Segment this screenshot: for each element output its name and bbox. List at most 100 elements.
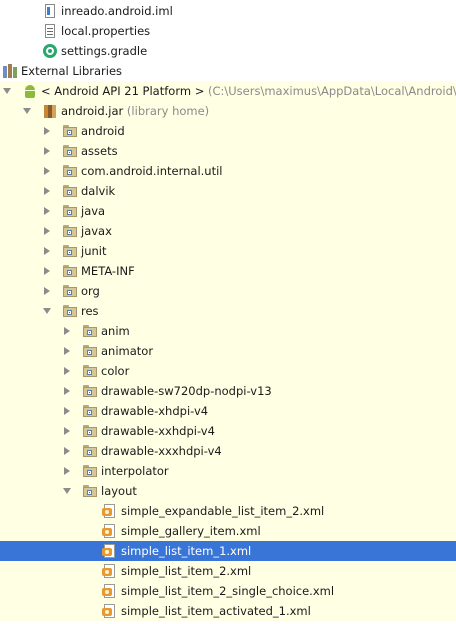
tree-node-name: drawable-xxxhdpi-v4 xyxy=(101,444,222,458)
tree-node-simple-list-item-1-xml[interactable]: simple_list_item_1.xml xyxy=(0,541,456,561)
android-platform-icon xyxy=(22,83,38,99)
tree-node-android[interactable]: android xyxy=(0,121,456,141)
package-folder-icon xyxy=(82,363,98,379)
collapsed-arrow-icon[interactable] xyxy=(64,427,70,435)
tree-node-label: simple_list_item_activated_1.xml xyxy=(121,601,311,621)
xml-file-icon xyxy=(102,583,118,599)
expanded-arrow-icon[interactable] xyxy=(43,308,51,314)
tree-node-simple-list-item-2-single-choice-xml[interactable]: simple_list_item_2_single_choice.xml xyxy=(0,581,456,601)
tree-node-javax[interactable]: javax xyxy=(0,221,456,241)
tree-node-label: drawable-sw720dp-nodpi-v13 xyxy=(101,381,272,401)
tree-node-drawable-xxhdpi-v4[interactable]: drawable-xxhdpi-v4 xyxy=(0,421,456,441)
tree-node-android-api-21-platform[interactable]: < Android API 21 Platform > (C:\Users\ma… xyxy=(0,81,456,101)
collapsed-arrow-icon[interactable] xyxy=(44,147,50,155)
tree-node-label: simple_gallery_item.xml xyxy=(121,521,261,541)
collapsed-arrow-icon[interactable] xyxy=(44,267,50,275)
tree-node-layout[interactable]: layout xyxy=(0,481,456,501)
tree-node-inreado-android-iml[interactable]: inreado.android.iml xyxy=(0,1,456,21)
package-folder-icon xyxy=(62,123,78,139)
tree-node-name: simple_list_item_2.xml xyxy=(121,564,252,578)
package-folder-icon xyxy=(82,383,98,399)
package-folder-icon xyxy=(62,163,78,179)
tree-node-name: local.properties xyxy=(61,24,151,38)
collapsed-arrow-icon[interactable] xyxy=(64,467,70,475)
tree-node-org[interactable]: org xyxy=(0,281,456,301)
tree-node-name: org xyxy=(81,284,100,298)
tree-node-label: animator xyxy=(101,341,153,361)
collapsed-arrow-icon[interactable] xyxy=(64,347,70,355)
tree-node-junit[interactable]: junit xyxy=(0,241,456,261)
tree-node-simple-list-item-activated-1-xml[interactable]: simple_list_item_activated_1.xml xyxy=(0,601,456,621)
collapsed-arrow-icon[interactable] xyxy=(64,387,70,395)
tree-node-name: simple_list_item_1.xml xyxy=(121,544,252,558)
collapsed-arrow-icon[interactable] xyxy=(44,167,50,175)
tree-node-name: dalvik xyxy=(81,184,116,198)
tree-node-label: java xyxy=(81,201,105,221)
tree-node-name: simple_list_item_activated_1.xml xyxy=(121,604,311,618)
tree-node-meta-inf[interactable]: META-INF xyxy=(0,261,456,281)
tree-node-anim[interactable]: anim xyxy=(0,321,456,341)
package-folder-icon xyxy=(62,243,78,259)
collapsed-arrow-icon[interactable] xyxy=(44,247,50,255)
package-folder-icon xyxy=(62,183,78,199)
collapsed-arrow-icon[interactable] xyxy=(64,327,70,335)
gradle-file-icon xyxy=(42,43,58,59)
tree-node-simple-gallery-item-xml[interactable]: simple_gallery_item.xml xyxy=(0,521,456,541)
project-tree[interactable]: inreado.android.iml local.properties setti… xyxy=(0,0,456,624)
expanded-arrow-icon[interactable] xyxy=(23,108,31,114)
tree-node-assets[interactable]: assets xyxy=(0,141,456,161)
package-folder-icon xyxy=(82,463,98,479)
tree-node-label: com.android.internal.util xyxy=(81,161,222,181)
tree-node-label: drawable-xhdpi-v4 xyxy=(101,401,208,421)
package-folder-icon xyxy=(62,283,78,299)
tree-node-local-properties[interactable]: local.properties xyxy=(0,21,456,41)
tree-node-name: < Android API 21 Platform > xyxy=(41,84,205,98)
tree-node-name: simple_list_item_2_single_choice.xml xyxy=(121,584,335,598)
collapsed-arrow-icon[interactable] xyxy=(64,407,70,415)
tree-node-label: META-INF xyxy=(81,261,135,281)
collapsed-arrow-icon[interactable] xyxy=(64,367,70,375)
tree-node-drawable-xxxhdpi-v4[interactable]: drawable-xxxhdpi-v4 xyxy=(0,441,456,461)
tree-node-name: javax xyxy=(81,224,112,238)
tree-node-external-libraries[interactable]: External Libraries xyxy=(0,61,456,81)
tree-node-name: drawable-sw720dp-nodpi-v13 xyxy=(101,384,272,398)
tree-node-res[interactable]: res xyxy=(0,301,456,321)
collapsed-arrow-icon[interactable] xyxy=(44,227,50,235)
collapsed-arrow-icon[interactable] xyxy=(44,127,50,135)
tree-node-interpolator[interactable]: interpolator xyxy=(0,461,456,481)
collapsed-arrow-icon[interactable] xyxy=(44,187,50,195)
tree-node-dalvik[interactable]: dalvik xyxy=(0,181,456,201)
collapsed-arrow-icon[interactable] xyxy=(44,287,50,295)
tree-node-label: layout xyxy=(101,481,137,501)
tree-node-label: javax xyxy=(81,221,112,241)
tree-node-label: drawable-xxxhdpi-v4 xyxy=(101,441,222,461)
tree-node-name: res xyxy=(81,304,99,318)
tree-node-settings-gradle[interactable]: settings.gradle xyxy=(0,41,456,61)
xml-file-icon xyxy=(102,503,118,519)
tree-node-label: interpolator xyxy=(101,461,169,481)
package-folder-icon xyxy=(62,143,78,159)
tree-node-simple-list-item-2-xml[interactable]: simple_list_item_2.xml xyxy=(0,561,456,581)
tree-node-name: android.jar xyxy=(61,104,124,118)
tree-node-com-android-internal-util[interactable]: com.android.internal.util xyxy=(0,161,456,181)
tree-node-name: META-INF xyxy=(81,264,135,278)
tree-node-java[interactable]: java xyxy=(0,201,456,221)
tree-node-color[interactable]: color xyxy=(0,361,456,381)
package-folder-icon xyxy=(62,303,78,319)
collapsed-arrow-icon[interactable] xyxy=(64,447,70,455)
expanded-arrow-icon[interactable] xyxy=(63,488,71,494)
tree-node-drawable-sw720dp-nodpi-v13[interactable]: drawable-sw720dp-nodpi-v13 xyxy=(0,381,456,401)
tree-node-label: res xyxy=(81,301,99,321)
collapsed-arrow-icon[interactable] xyxy=(44,207,50,215)
tree-node-drawable-xhdpi-v4[interactable]: drawable-xhdpi-v4 xyxy=(0,401,456,421)
package-folder-icon xyxy=(82,403,98,419)
tree-node-label: local.properties xyxy=(61,21,150,41)
tree-node-simple-expandable-list-item-2-xml[interactable]: simple_expandable_list_item_2.xml xyxy=(0,501,456,521)
tree-node-animator[interactable]: animator xyxy=(0,341,456,361)
tree-node-name: anim xyxy=(101,324,130,338)
tree-node-android-jar[interactable]: android.jar (library home) xyxy=(0,101,456,121)
expanded-arrow-icon[interactable] xyxy=(3,88,11,94)
tree-node-name: External Libraries xyxy=(21,64,123,78)
tree-node-name: junit xyxy=(81,244,107,258)
package-folder-icon xyxy=(62,223,78,239)
